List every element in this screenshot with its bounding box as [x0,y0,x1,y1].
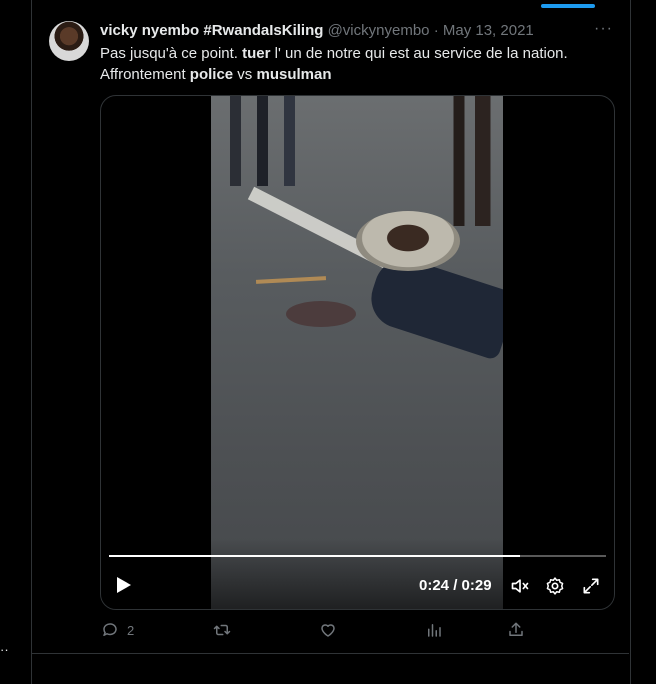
display-name[interactable]: vicky nyembo #RwandaIsKiling [100,22,323,39]
avatar[interactable] [49,21,89,61]
share-icon [509,622,523,636]
tweet-text: Pas jusqu'à ce point. tuer l' un de notr… [100,43,600,85]
analytics-button[interactable] [425,621,443,639]
like-icon [321,624,335,637]
video-scene-stick [255,276,327,284]
play-icon[interactable] [117,577,131,593]
retweet-icon [213,624,231,636]
text-part: Affrontement [100,66,190,83]
fullscreen-icon[interactable] [581,576,601,596]
share-button[interactable] [507,621,525,639]
text-part: l' un de notre qui est au service de la … [270,45,568,62]
settings-icon[interactable] [545,576,565,596]
progress-fill [109,555,521,557]
retweet-button[interactable] [213,621,231,639]
sidebar-more-dots[interactable]: ·· [0,642,9,657]
video-frame[interactable] [211,96,503,609]
reply-count: 2 [127,622,135,638]
handle[interactable]: @vickynyembo [328,22,430,39]
volume-muted-icon[interactable] [510,576,530,596]
analytics-icon [428,624,441,637]
reply-button[interactable]: 2 [101,621,134,639]
like-button[interactable] [319,621,337,639]
text-part: Pas jusqu'à ce point. [100,45,243,62]
tweet-date[interactable]: May 13, 2021 [443,22,534,39]
video-scene-people [221,96,311,186]
progress-bar[interactable] [109,555,606,557]
separator: · [433,22,439,39]
text-part-bold[interactable]: tuer [242,45,270,62]
tweet-header: vicky nyembo #RwandaIsKiling @vickynyemb… [100,22,534,39]
reply-icon [103,623,117,636]
text-part-bold[interactable]: musulman [256,66,331,83]
tweet-divider [31,653,629,654]
text-part: vs [233,66,257,83]
video-time: 0:24 / 0:29 [419,577,492,594]
video-scene-stain [286,301,356,327]
video-player[interactable]: 0:24 / 0:29 [100,95,615,610]
text-part-bold[interactable]: police [190,66,233,83]
video-scene-person [441,96,503,226]
controls-shade [101,539,614,609]
tab-indicator [541,4,595,8]
more-icon[interactable]: ··· [594,20,613,38]
video-scene-tyre [356,211,460,271]
